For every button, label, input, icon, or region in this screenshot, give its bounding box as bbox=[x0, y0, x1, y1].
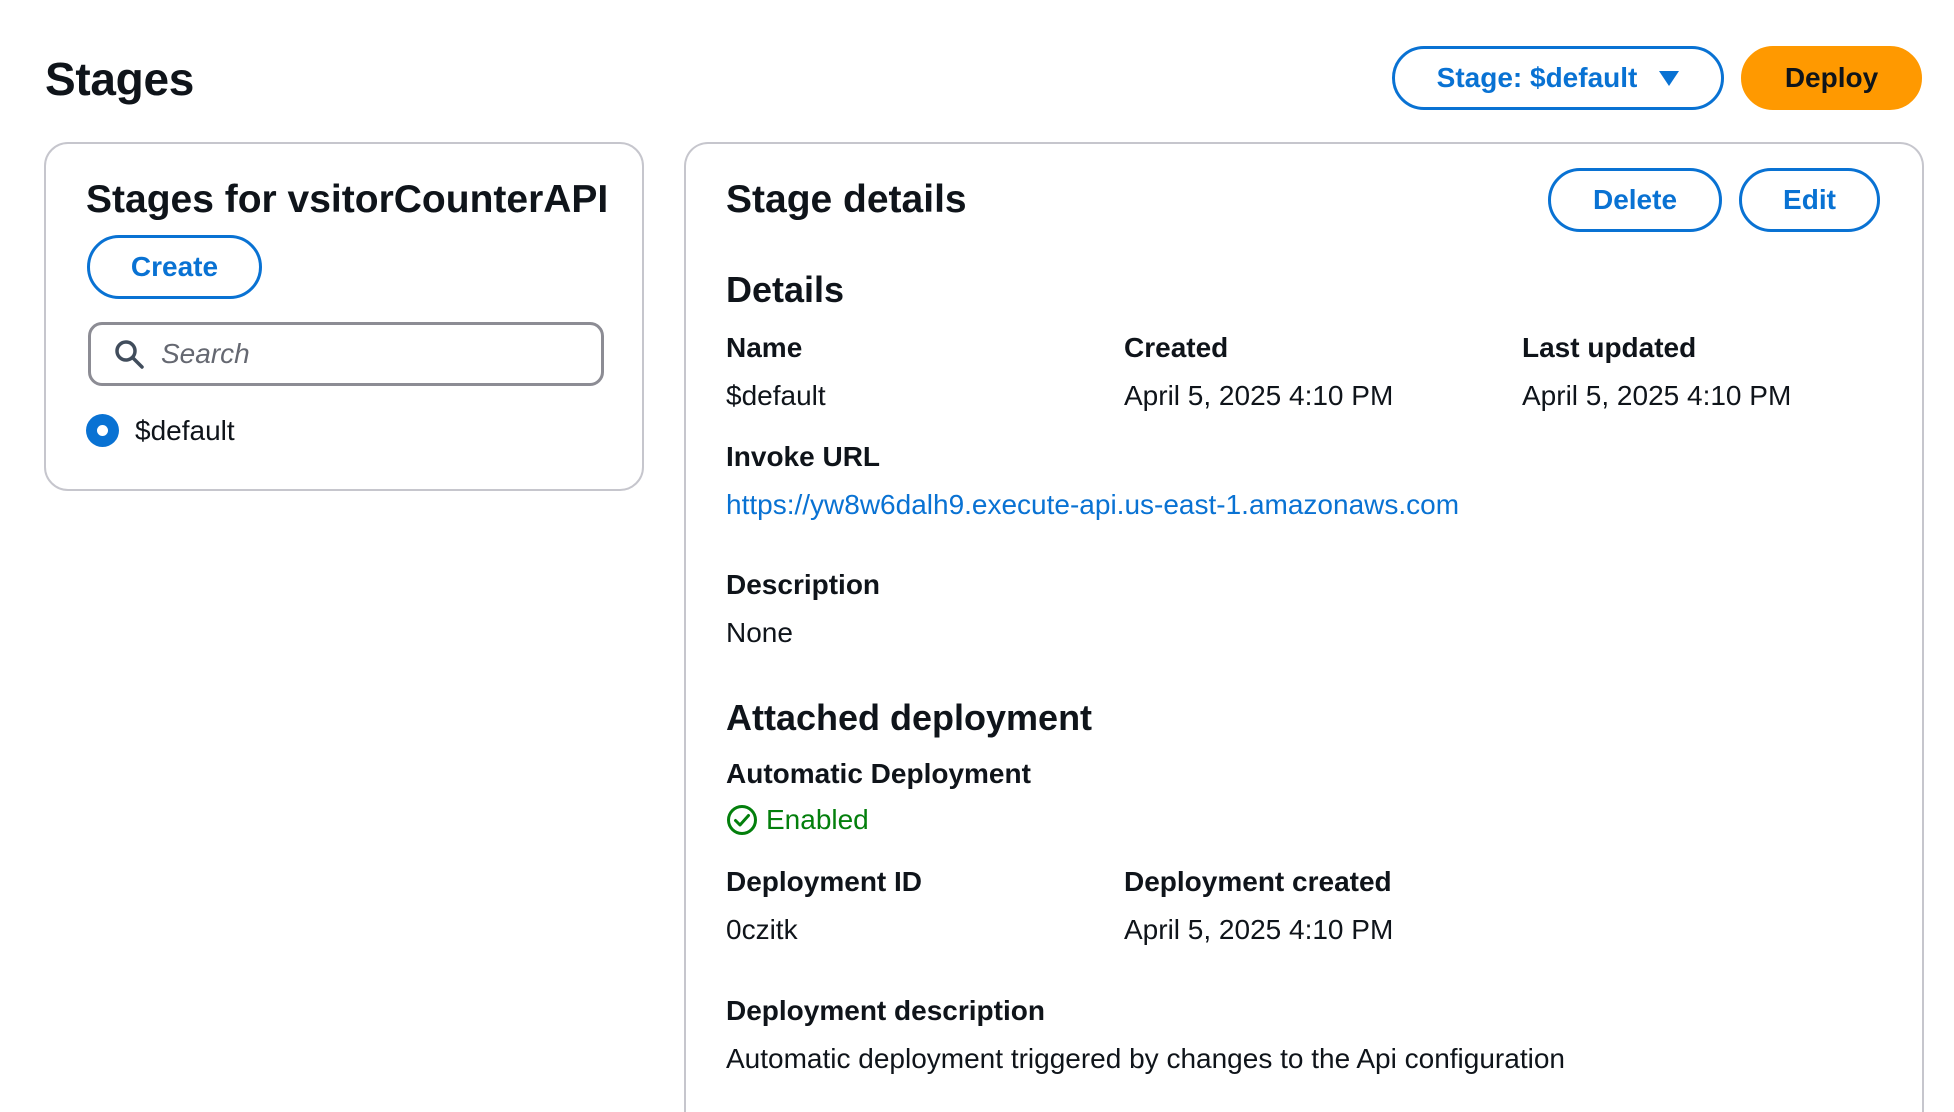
edit-stage-button[interactable]: Edit bbox=[1739, 168, 1880, 232]
deployment-created-value: April 5, 2025 4:10 PM bbox=[1124, 914, 1394, 945]
stage-selector-label: Stage: $default bbox=[1436, 62, 1638, 93]
automatic-deployment-status: Enabled bbox=[726, 804, 869, 836]
invoke-url-label: Invoke URL bbox=[726, 441, 881, 472]
stages-list-panel: Stages for vsitorCounterAPI Create $defa… bbox=[44, 142, 644, 491]
created-value: April 5, 2025 4:10 PM bbox=[1124, 380, 1394, 411]
page-title: Stages bbox=[45, 53, 195, 105]
stage-option-label: $default bbox=[135, 414, 235, 446]
delete-stage-button[interactable]: Delete bbox=[1548, 168, 1722, 232]
search-icon bbox=[115, 340, 144, 369]
name-value: $default bbox=[726, 380, 826, 411]
description-label: Description bbox=[726, 569, 881, 600]
search-input[interactable] bbox=[161, 338, 581, 370]
invoke-url-link[interactable]: https://yw8w6dalh9.execute-api.us-east-1… bbox=[726, 489, 1459, 521]
stage-option-default[interactable]: $default bbox=[86, 414, 235, 447]
description-value: None bbox=[726, 617, 793, 648]
automatic-deployment-label: Automatic Deployment bbox=[726, 758, 1031, 789]
deployment-id-label: Deployment ID bbox=[726, 866, 923, 897]
stage-details-title: Stage details bbox=[726, 178, 967, 221]
stage-selector-button[interactable]: Stage: $default bbox=[1392, 46, 1724, 110]
details-heading: Details bbox=[726, 269, 845, 310]
stage-radio-selected[interactable] bbox=[86, 414, 119, 447]
search-box[interactable] bbox=[88, 322, 604, 386]
attached-deployment-heading: Attached deployment bbox=[726, 697, 1093, 738]
name-label: Name bbox=[726, 332, 803, 363]
stage-details-panel: Stage details Delete Edit Details Name $… bbox=[684, 142, 1924, 1112]
created-label: Created bbox=[1124, 332, 1229, 363]
stages-page: Stages Stage: $default Deploy Stages for… bbox=[0, 0, 1954, 1112]
caret-down-icon bbox=[1659, 70, 1680, 86]
last-updated-label: Last updated bbox=[1522, 332, 1697, 363]
create-stage-button[interactable]: Create bbox=[87, 235, 262, 299]
last-updated-value: April 5, 2025 4:10 PM bbox=[1522, 380, 1792, 411]
automatic-deployment-value: Enabled bbox=[766, 804, 869, 835]
deploy-button[interactable]: Deploy bbox=[1741, 46, 1922, 110]
deployment-description-label: Deployment description bbox=[726, 995, 1045, 1026]
deployment-id-value: 0czitk bbox=[726, 914, 798, 945]
deployment-description-value: Automatic deployment triggered by change… bbox=[726, 1043, 1565, 1074]
check-circle-icon bbox=[727, 805, 757, 835]
stages-list-title: Stages for vsitorCounterAPI bbox=[86, 178, 609, 221]
deployment-created-label: Deployment created bbox=[1124, 866, 1392, 897]
